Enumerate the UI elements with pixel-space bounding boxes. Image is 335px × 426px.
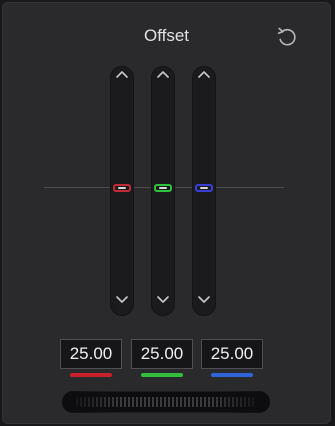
chevron-up-icon[interactable] [110, 70, 134, 86]
chevron-up-icon[interactable] [192, 70, 216, 86]
chevron-down-icon[interactable] [151, 296, 175, 312]
offset-panel: Offset 25.00 25.00 25.00 [2, 2, 331, 424]
green-channel-indicator [141, 373, 183, 377]
chevron-down-icon[interactable] [192, 296, 216, 312]
jog-wheel[interactable] [62, 391, 270, 413]
chevron-up-icon[interactable] [151, 70, 175, 86]
red-offset-slider[interactable] [110, 66, 134, 316]
green-offset-slider[interactable] [151, 66, 175, 316]
red-slider-handle[interactable] [113, 184, 131, 192]
red-value-field[interactable]: 25.00 [60, 339, 122, 369]
blue-value-field[interactable]: 25.00 [201, 339, 263, 369]
blue-slider-handle[interactable] [195, 184, 213, 192]
green-slider-handle[interactable] [154, 184, 172, 192]
blue-channel-indicator [211, 373, 253, 377]
chevron-down-icon[interactable] [110, 296, 134, 312]
green-value-field[interactable]: 25.00 [131, 339, 193, 369]
blue-offset-slider[interactable] [192, 66, 216, 316]
reset-icon[interactable] [274, 24, 300, 50]
red-channel-indicator [70, 373, 112, 377]
